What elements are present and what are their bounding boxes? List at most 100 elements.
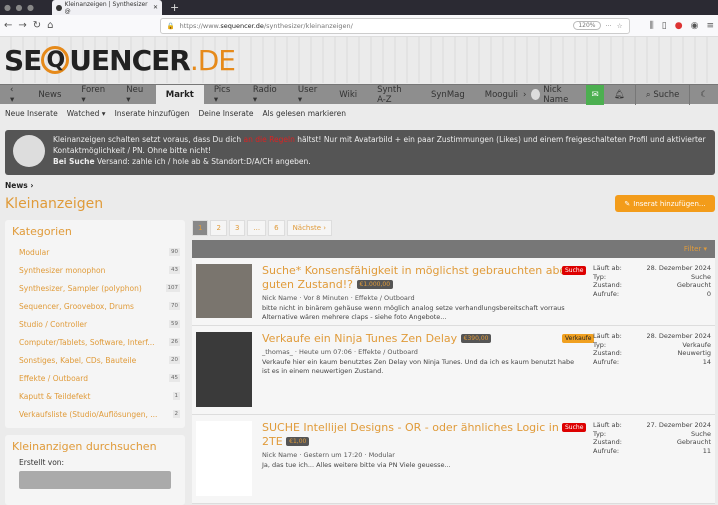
sidebar-icon[interactable]: ▯ <box>662 21 667 31</box>
url-prefix: https://www. <box>179 21 221 30</box>
category-label: Synthesizer, Sampler (polyphon) <box>19 283 142 293</box>
dark-mode-icon[interactable]: ☾ <box>689 84 718 105</box>
nav-synth-az[interactable]: Synth A-Z <box>367 85 421 105</box>
info-value: Suche <box>691 429 711 438</box>
listing-title[interactable]: Verkaufe ein Ninja Tunes Zen Delay <box>262 332 457 345</box>
page-3[interactable]: 3 <box>228 220 246 236</box>
nav-scroll-left[interactable]: ‹ ▾ <box>0 85 28 105</box>
account-icon[interactable]: ◉ <box>691 21 699 31</box>
info-value: Neuwertig <box>677 349 711 357</box>
listing-thumbnail[interactable] <box>196 421 252 496</box>
info-label: Zustand: <box>593 438 622 446</box>
listing-row: Suche* Konsensfähigkeit in möglichst geb… <box>192 258 715 326</box>
category-count: 90 <box>169 248 180 256</box>
listing-title[interactable]: Suche* Konsensfähigkeit in möglichst geb… <box>262 264 571 291</box>
search-button[interactable]: ⌕ Suche <box>634 84 690 105</box>
nav-neu[interactable]: Neu ▾ <box>116 85 155 105</box>
info-value: Gebraucht <box>676 438 711 446</box>
category-item[interactable]: Sonstiges, Kabel, CDs, Bauteile 20 <box>5 351 185 369</box>
new-tab-button[interactable]: + <box>170 1 179 14</box>
reload-icon[interactable]: ↻ <box>33 20 41 31</box>
rules-link[interactable]: an die Regeln <box>244 135 295 144</box>
page-1[interactable]: 1 <box>192 220 209 236</box>
listing-description: Ja, das tue ich... Alles weitere bitte v… <box>262 461 451 469</box>
forward-icon[interactable]: → <box>18 20 26 31</box>
listing-price: €390,00 <box>460 334 492 343</box>
more-icon[interactable]: ··· <box>606 22 612 30</box>
nav-user[interactable]: User ▾ <box>288 85 329 105</box>
nav-news[interactable]: News <box>28 85 71 105</box>
url-domain: sequencer.de <box>220 21 264 30</box>
browser-tab-bar: ● ● ● Kleinanzeigen | Synthesizer @ ✕ + <box>0 0 718 15</box>
listings: Suche* Konsensfähigkeit in möglichst geb… <box>192 258 715 504</box>
close-tab-icon[interactable]: ✕ <box>153 4 158 11</box>
category-item[interactable]: Effekte / Outboard 45 <box>5 369 185 387</box>
nav-markt[interactable]: Markt <box>155 84 204 105</box>
alerts-icon[interactable]: 🔔︎ <box>604 85 635 105</box>
filter-button[interactable]: Filter ▾ <box>684 245 707 253</box>
category-item[interactable]: Computer/Tablets, Software, Interf... 26 <box>5 333 185 351</box>
category-label: Sonstiges, Kabel, CDs, Bauteile <box>19 355 137 365</box>
nav-pics[interactable]: Pics ▾ <box>204 85 243 105</box>
breadcrumb[interactable]: News › <box>5 181 33 190</box>
category-label: Verkaufsliste (Studio/Auflösungen, ... <box>19 409 158 419</box>
nav-radio[interactable]: Radio ▾ <box>243 85 288 105</box>
subnav-new[interactable]: Neue Inserate <box>5 109 58 118</box>
edit-icon: ✎ <box>624 199 631 208</box>
back-icon[interactable]: ← <box>4 20 12 31</box>
created-by-input[interactable] <box>19 471 171 489</box>
listing-type-badge: Suche <box>562 266 587 275</box>
page-ellipsis[interactable]: ... <box>247 220 267 236</box>
category-item[interactable]: Synthesizer monophon 43 <box>5 261 185 279</box>
favicon-icon <box>56 4 62 11</box>
category-item[interactable]: Verkaufsliste (Studio/Auflösungen, ... 2 <box>5 405 185 423</box>
subnav-add[interactable]: Inserate hinzufügen <box>115 109 190 118</box>
listing-thumbnail[interactable] <box>196 332 252 407</box>
subnav-mark-read[interactable]: Als gelesen markieren <box>262 109 346 118</box>
page-6[interactable]: 6 <box>268 220 285 236</box>
bookmark-star-icon[interactable]: ☆ <box>617 22 623 30</box>
inbox-icon[interactable]: ✉ <box>586 84 605 105</box>
info-value: 14 <box>702 357 711 366</box>
category-item[interactable]: Kaputt & Teildefekt 1 <box>5 387 185 405</box>
library-icon[interactable]: ⫼ <box>650 21 654 31</box>
subnav-mine[interactable]: Deine Inserate <box>199 109 254 118</box>
category-label: Modular <box>19 247 50 257</box>
menu-icon[interactable]: ≡ <box>706 21 714 31</box>
info-label: Aufrufe: <box>593 446 620 455</box>
home-icon[interactable]: ⌂ <box>47 20 53 31</box>
info-value: Verkaufe <box>682 340 711 349</box>
url-field[interactable]: 🔒 https://www.sequencer.de/synthesizer/k… <box>159 17 630 34</box>
info-value: Gebraucht <box>676 281 711 289</box>
window-controls[interactable]: ● ● ● <box>0 3 36 12</box>
nav-mooguli[interactable]: Mooguli <box>475 85 520 105</box>
notice-banner: Kleinanzeigen schalten setzt voraus, das… <box>5 130 715 175</box>
info-label: Typ: <box>593 272 607 281</box>
zoom-level[interactable]: 120% <box>573 21 601 30</box>
next-page[interactable]: Nächste › <box>286 220 333 236</box>
pagination: 1 2 3 ... 6 Nächste › <box>192 220 333 236</box>
browser-tab[interactable]: Kleinanzeigen | Synthesizer @ ✕ <box>52 0 162 15</box>
category-item[interactable]: Studio / Controller 59 <box>5 315 185 333</box>
info-label: Typ: <box>593 429 607 438</box>
category-item[interactable]: Sequencer, Groovebox, Drums 70 <box>5 297 185 315</box>
category-label: Effekte / Outboard <box>19 373 88 383</box>
listing-description: Verkaufe hier ein kaum benutztes Zen Del… <box>262 358 575 375</box>
nav-wiki[interactable]: Wiki <box>329 85 367 105</box>
subnav-watched[interactable]: Watched ▾ <box>67 109 106 118</box>
created-by-label: Erstellt von: <box>19 458 65 467</box>
category-count: 59 <box>169 320 180 328</box>
listing-price: €1.000,00 <box>356 280 394 289</box>
user-menu[interactable]: Nick Name <box>529 85 586 105</box>
site-logo[interactable]: SE Q UENCER .DE <box>0 37 718 83</box>
listing-description: bitte nicht in binärem gehäuse wenn mögl… <box>262 304 565 321</box>
nav-scroll-right[interactable]: › <box>520 85 529 105</box>
nav-synmag[interactable]: SynMag <box>421 85 475 105</box>
page-2[interactable]: 2 <box>210 220 227 236</box>
nav-foren[interactable]: Foren ▾ <box>71 85 116 105</box>
category-item[interactable]: Synthesizer, Sampler (polyphon) 107 <box>5 279 185 297</box>
add-listing-button[interactable]: ✎ Inserat hinzufügen... <box>615 195 715 212</box>
category-item[interactable]: Modular 90 <box>5 243 185 261</box>
listing-thumbnail[interactable] <box>196 264 252 318</box>
addon-icon[interactable]: ● <box>675 21 683 31</box>
